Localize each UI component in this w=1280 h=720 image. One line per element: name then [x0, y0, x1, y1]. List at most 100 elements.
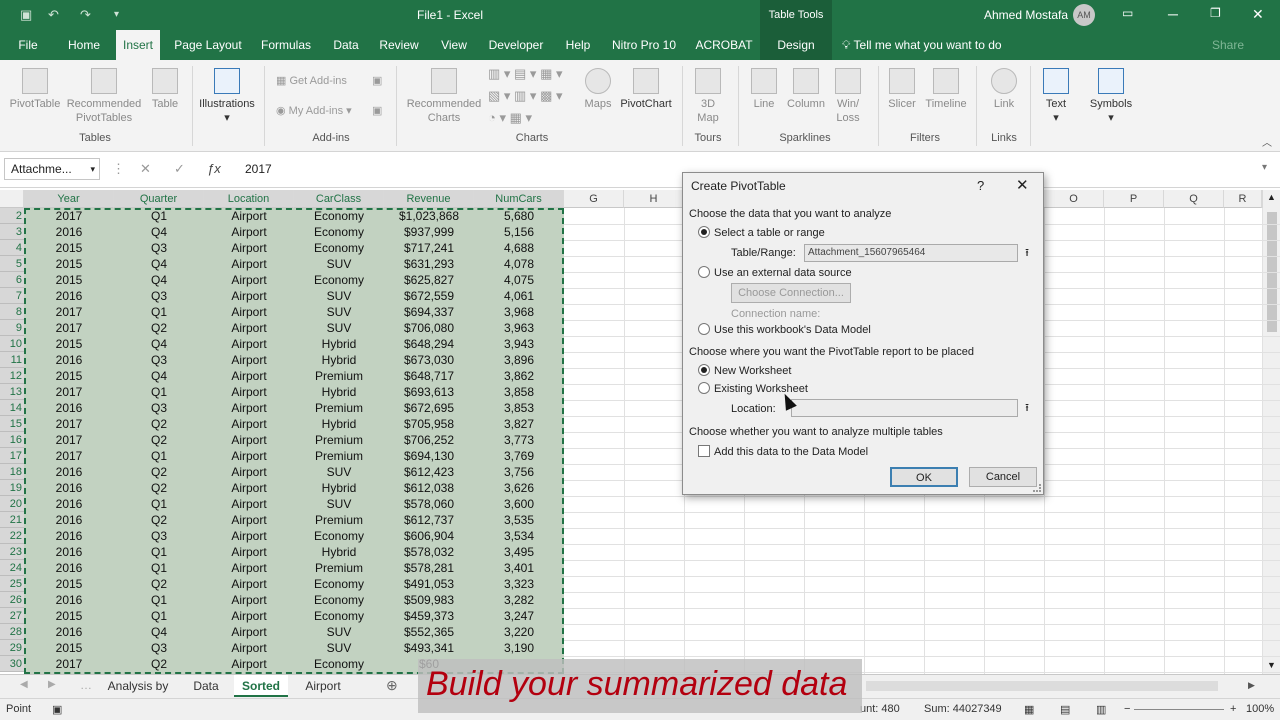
cell-location[interactable]: Airport — [204, 560, 294, 576]
sheet-tab-analysis[interactable]: Analysis by — [100, 675, 176, 697]
tab-acrobat[interactable]: ACROBAT — [694, 30, 754, 60]
cell-location[interactable]: Airport — [204, 464, 294, 480]
cell-carclass[interactable]: Hybrid — [294, 336, 384, 352]
cell-carclass[interactable]: Premium — [294, 448, 384, 464]
row-header[interactable]: 11 — [0, 352, 24, 368]
cell-location[interactable]: Airport — [204, 368, 294, 384]
cell-carclass[interactable]: Hybrid — [294, 352, 384, 368]
row-header[interactable]: 24 — [0, 560, 24, 576]
cell-numcars[interactable]: 3,963 — [474, 320, 564, 336]
row-header[interactable]: 29 — [0, 640, 24, 656]
column-chart-icon[interactable]: ▥ ▾ ▤ ▾ ▦ ▾ — [488, 66, 562, 82]
sparkline-winloss-button[interactable]: Win/ Loss — [832, 68, 864, 125]
cell-quarter[interactable]: Q1 — [114, 560, 204, 576]
help-icon[interactable]: ? — [977, 178, 984, 193]
collapse-location-icon[interactable]: ⭱ — [1018, 400, 1036, 416]
cell-quarter[interactable]: Q3 — [114, 352, 204, 368]
cell-numcars[interactable]: 3,323 — [474, 576, 564, 592]
column-header[interactable]: G — [564, 190, 624, 208]
cell-numcars[interactable]: 3,495 — [474, 544, 564, 560]
row-header[interactable]: 25 — [0, 576, 24, 592]
cell-year[interactable]: 2015 — [24, 272, 114, 288]
minimize-icon[interactable]: ─ — [1168, 6, 1178, 22]
cell-revenue[interactable]: $578,281 — [384, 560, 474, 576]
cell-carclass[interactable]: Premium — [294, 400, 384, 416]
row-header[interactable]: 17 — [0, 448, 24, 464]
row-header[interactable]: 2 — [0, 208, 24, 224]
cell-year[interactable]: 2016 — [24, 560, 114, 576]
cell-revenue[interactable]: $706,252 — [384, 432, 474, 448]
cell-year[interactable]: 2016 — [24, 400, 114, 416]
cell-location[interactable]: Airport — [204, 256, 294, 272]
my-addins-button[interactable]: ◉ My Add-ins ▾ — [276, 104, 352, 117]
cell-year[interactable]: 2016 — [24, 496, 114, 512]
select-all-corner[interactable] — [0, 190, 24, 208]
cell-revenue[interactable]: $491,053 — [384, 576, 474, 592]
cell-revenue[interactable]: $459,373 — [384, 608, 474, 624]
cell-quarter[interactable]: Q1 — [114, 496, 204, 512]
table-row[interactable]: 2015 Q4 Airport Economy $625,827 4,075 — [24, 272, 564, 288]
row-header[interactable]: 6 — [0, 272, 24, 288]
cell-numcars[interactable]: 3,190 — [474, 640, 564, 656]
cell-numcars[interactable]: 3,968 — [474, 304, 564, 320]
table-row[interactable]: 2017 Q2 Airport Hybrid $705,958 3,827 — [24, 416, 564, 432]
table-row[interactable]: 2017 Q1 Airport Premium $694,130 3,769 — [24, 448, 564, 464]
radio-data-model[interactable] — [698, 323, 710, 335]
table-row[interactable]: 2016 Q3 Airport Economy $606,904 3,534 — [24, 528, 564, 544]
table-row[interactable]: 2016 Q1 Airport Economy $509,983 3,282 — [24, 592, 564, 608]
cell-carclass[interactable]: Hybrid — [294, 480, 384, 496]
cell-quarter[interactable]: Q1 — [114, 384, 204, 400]
table-row[interactable]: 2016 Q3 Airport Hybrid $673,030 3,896 — [24, 352, 564, 368]
cell-carclass[interactable]: Economy — [294, 208, 384, 224]
cell-numcars[interactable]: 4,688 — [474, 240, 564, 256]
tab-review[interactable]: Review — [376, 30, 422, 60]
radio-new-worksheet[interactable] — [698, 364, 710, 376]
cell-carclass[interactable]: Premium — [294, 560, 384, 576]
sheet-tab-sorted[interactable]: Sorted — [234, 675, 288, 697]
cell-carclass[interactable]: SUV — [294, 624, 384, 640]
cell-numcars[interactable]: 3,896 — [474, 352, 564, 368]
confirm-entry-icon[interactable]: ✓ — [174, 161, 185, 177]
tell-me-box[interactable]: 💡︎ Tell me what you want to do — [842, 30, 1002, 60]
sparkline-column-button[interactable]: Column — [786, 68, 826, 111]
timeline-button[interactable]: Timeline — [922, 68, 970, 111]
choose-connection-button[interactable]: Choose Connection... — [731, 283, 851, 303]
sparkline-line-button[interactable]: Line — [748, 68, 780, 111]
row-header[interactable]: 8 — [0, 304, 24, 320]
page-layout-view-icon[interactable]: ▤ — [1060, 703, 1070, 716]
cell-year[interactable]: 2017 — [24, 416, 114, 432]
cell-year[interactable]: 2016 — [24, 480, 114, 496]
cell-numcars[interactable]: 5,156 — [474, 224, 564, 240]
cell-carclass[interactable]: Premium — [294, 512, 384, 528]
cell-revenue[interactable]: $631,293 — [384, 256, 474, 272]
radio-existing-worksheet[interactable] — [698, 382, 710, 394]
column-header[interactable]: Quarter — [114, 190, 204, 208]
row-header[interactable]: 28 — [0, 624, 24, 640]
column-header[interactable]: R — [1224, 190, 1262, 208]
get-addins-button[interactable]: ▦ Get Add-ins — [276, 74, 347, 87]
tab-help[interactable]: Help — [560, 30, 596, 60]
cell-carclass[interactable]: SUV — [294, 256, 384, 272]
restore-icon[interactable]: ❐ — [1210, 6, 1221, 20]
cell-year[interactable]: 2017 — [24, 448, 114, 464]
cell-carclass[interactable]: SUV — [294, 464, 384, 480]
row-header[interactable]: 19 — [0, 480, 24, 496]
table-row[interactable]: 2016 Q2 Airport SUV $612,423 3,756 — [24, 464, 564, 480]
share-button[interactable]: Share — [1212, 30, 1244, 60]
cell-numcars[interactable]: 3,220 — [474, 624, 564, 640]
maps-button[interactable]: Maps — [580, 68, 616, 111]
cell-location[interactable]: Airport — [204, 224, 294, 240]
cell-carclass[interactable]: Economy — [294, 528, 384, 544]
cell-carclass[interactable]: Economy — [294, 240, 384, 256]
cell-year[interactable]: 2015 — [24, 576, 114, 592]
table-row[interactable]: 2016 Q4 Airport Economy $937,999 5,156 — [24, 224, 564, 240]
cell-location[interactable]: Airport — [204, 544, 294, 560]
table-row[interactable]: 2015 Q4 Airport SUV $631,293 4,078 — [24, 256, 564, 272]
worksheet-grid[interactable]: ▲ ▼ Year Quarter Location CarClass Revenue Nu… — [0, 190, 1280, 674]
cell-revenue[interactable]: $578,060 — [384, 496, 474, 512]
cell-carclass[interactable]: SUV — [294, 304, 384, 320]
cell-carclass[interactable]: Economy — [294, 576, 384, 592]
table-row[interactable]: 2017 Q2 Airport SUV $706,080 3,963 — [24, 320, 564, 336]
cell-location[interactable]: Airport — [204, 512, 294, 528]
symbols-button[interactable]: Symbols ▾ — [1086, 68, 1136, 125]
